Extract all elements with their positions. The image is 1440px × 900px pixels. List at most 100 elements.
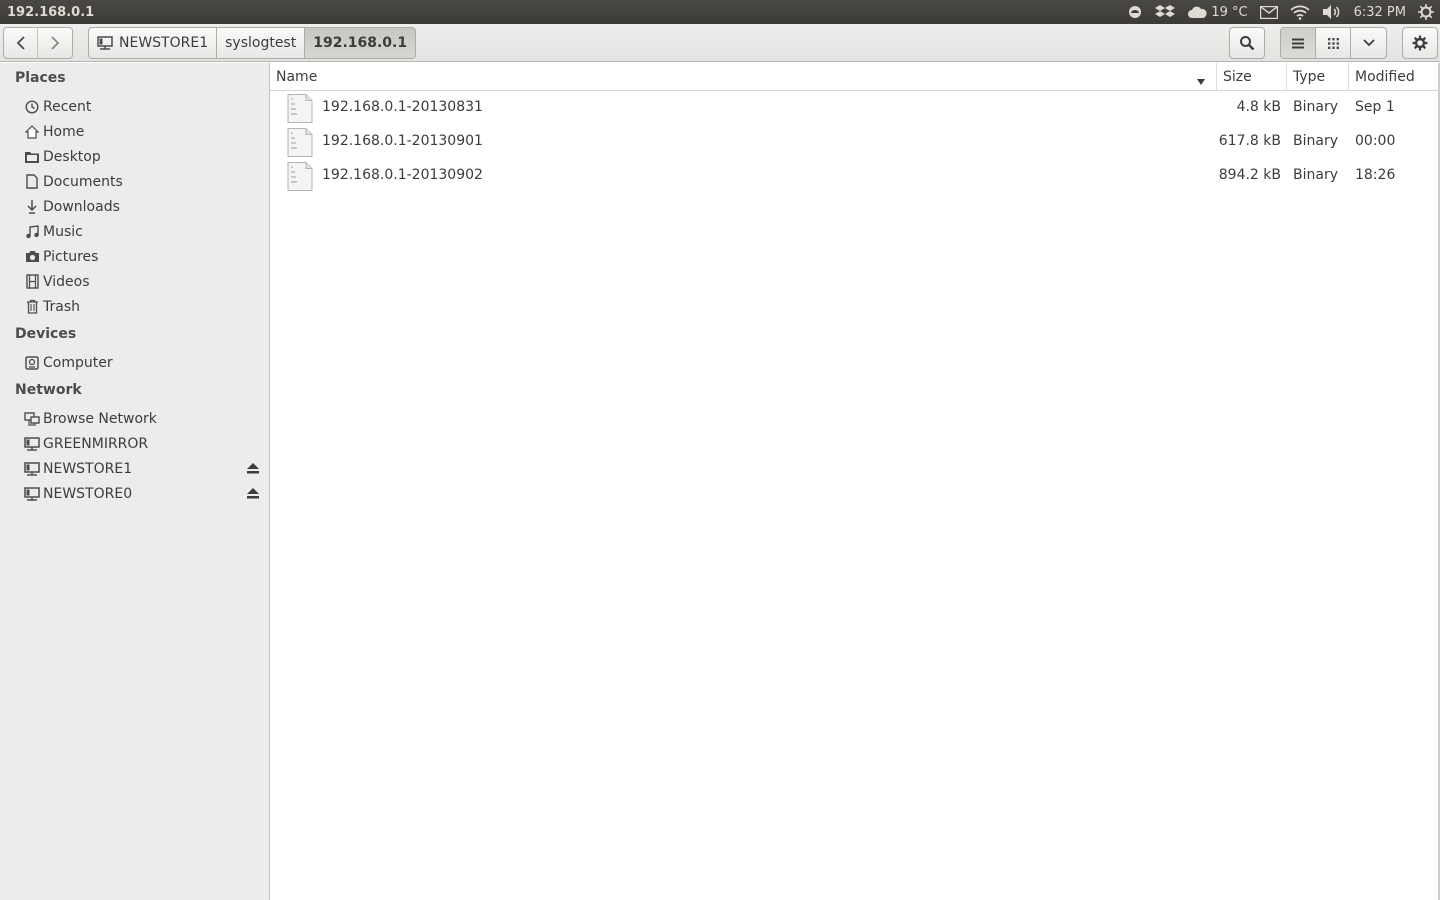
sidebar-item-label: Trash <box>43 298 80 315</box>
network-drive-icon <box>24 436 40 452</box>
binary-file-icon <box>287 128 313 157</box>
column-header-label: Modified <box>1355 69 1415 85</box>
sidebar-item-label: NEWSTORE1 <box>43 460 133 477</box>
sidebar-item-label: Computer <box>43 354 113 371</box>
sidebar-item-newstore0[interactable]: NEWSTORE0 <box>0 481 269 506</box>
sidebar-item-label: GREENMIRROR <box>43 435 149 452</box>
file-type: Binary <box>1293 167 1338 183</box>
sidebar-item-label: Downloads <box>43 198 120 215</box>
sidebar-item-trash[interactable]: Trash <box>0 294 269 319</box>
places-header: Places <box>15 70 66 86</box>
search-button[interactable] <box>1229 27 1265 59</box>
file-modified: 00:00 <box>1355 133 1396 149</box>
mail-icon[interactable] <box>1259 0 1278 24</box>
file-size: 4.8 kB <box>1236 99 1281 115</box>
column-header-label: Type <box>1293 69 1326 85</box>
folder-icon <box>24 149 40 165</box>
sidebar-item-browse-network[interactable]: Browse Network <box>0 406 269 431</box>
wifi-icon[interactable] <box>1289 0 1310 24</box>
back-button[interactable] <box>3 27 38 59</box>
gear-icon <box>1412 35 1428 51</box>
sidebar-item-pictures[interactable]: Pictures <box>0 244 269 269</box>
breadcrumb-newstore1[interactable]: NEWSTORE1 <box>88 27 218 59</box>
network-header: Network <box>15 382 82 398</box>
breadcrumb-syslogtest[interactable]: syslogtest <box>216 27 306 59</box>
column-header-label: Size <box>1223 69 1252 85</box>
sidebar-item-computer[interactable]: Computer <box>0 350 269 375</box>
top-panel: 192.168.0.1 19 °C 6:32 PM <box>0 0 1440 24</box>
sidebar-item-music[interactable]: Music <box>0 219 269 244</box>
download-icon <box>24 199 40 215</box>
column-header-modified[interactable]: Modified <box>1348 63 1438 91</box>
file-name: 192.168.0.1-20130831 <box>322 99 483 115</box>
chevron-down-icon <box>1362 39 1375 47</box>
grid-view-button[interactable] <box>1315 27 1351 59</box>
music-icon <box>24 224 40 240</box>
temperature-text: 19 °C <box>1211 4 1248 20</box>
file-name: 192.168.0.1-20130902 <box>322 167 483 183</box>
weather-indicator[interactable]: 19 °C <box>1187 0 1248 24</box>
breadcrumb-label: 192.168.0.1 <box>313 35 408 51</box>
sort-descending-icon <box>1197 73 1205 89</box>
sync-icon[interactable] <box>1127 0 1143 24</box>
forward-button[interactable] <box>37 27 73 59</box>
column-header-size[interactable]: Size <box>1216 63 1287 91</box>
indicator-area: 19 °C 6:32 PM <box>1127 0 1440 24</box>
sidebar-item-newstore1[interactable]: NEWSTORE1 <box>0 456 269 481</box>
search-icon <box>1239 35 1255 51</box>
breadcrumb-current[interactable]: 192.168.0.1 <box>304 27 417 59</box>
sidebar: Places Recent Home Desktop Documents Dow… <box>0 63 270 900</box>
sidebar-item-label: Recent <box>43 98 92 115</box>
volume-icon[interactable] <box>1322 0 1342 24</box>
network-icon <box>24 411 40 427</box>
sidebar-item-label: Pictures <box>43 248 99 265</box>
network-drive-icon <box>97 36 113 50</box>
sidebar-item-label: NEWSTORE0 <box>43 485 133 502</box>
sidebar-item-downloads[interactable]: Downloads <box>0 194 269 219</box>
sidebar-item-recent[interactable]: Recent <box>0 94 269 119</box>
camera-icon <box>24 249 40 265</box>
eject-icon[interactable] <box>246 461 260 475</box>
file-type: Binary <box>1293 99 1338 115</box>
column-header-type[interactable]: Type <box>1286 63 1349 91</box>
chevron-right-icon <box>50 36 60 50</box>
clock-text[interactable]: 6:32 PM <box>1354 0 1406 24</box>
column-headers: Name Size Type Modified <box>270 63 1438 91</box>
file-list-view: Name Size Type Modified 192.168.0.1-2013… <box>270 63 1440 900</box>
column-header-name[interactable]: Name <box>270 63 1216 91</box>
dropbox-icon[interactable] <box>1155 0 1176 24</box>
list-view-button[interactable] <box>1280 27 1316 59</box>
breadcrumb-label: syslogtest <box>225 35 297 51</box>
sidebar-item-label: Desktop <box>43 148 101 165</box>
sidebar-item-label: Music <box>43 223 83 240</box>
power-icon[interactable] <box>1418 0 1434 24</box>
file-name: 192.168.0.1-20130901 <box>322 133 483 149</box>
file-row[interactable]: 192.168.0.1-20130831 4.8 kB Binary Sep 1 <box>270 91 1438 125</box>
chevron-left-icon <box>16 36 26 50</box>
sidebar-item-videos[interactable]: Videos <box>0 269 269 294</box>
view-options-button[interactable] <box>1350 27 1387 59</box>
binary-file-icon <box>287 162 313 191</box>
cloud-icon <box>1187 5 1207 19</box>
eject-icon[interactable] <box>246 486 260 500</box>
column-header-label: Name <box>276 69 318 85</box>
document-icon <box>24 174 40 190</box>
file-modified: Sep 1 <box>1355 99 1395 115</box>
settings-button[interactable] <box>1402 27 1438 59</box>
file-modified: 18:26 <box>1355 167 1396 183</box>
file-size: 617.8 kB <box>1218 133 1281 149</box>
binary-file-icon <box>287 94 313 123</box>
sidebar-item-desktop[interactable]: Desktop <box>0 144 269 169</box>
sidebar-item-label: Documents <box>43 173 123 190</box>
file-row[interactable]: 192.168.0.1-20130901 617.8 kB Binary 00:… <box>270 125 1438 159</box>
sidebar-item-greenmirror[interactable]: GREENMIRROR <box>0 431 269 456</box>
list-icon <box>1292 38 1304 49</box>
sidebar-item-label: Browse Network <box>43 410 157 427</box>
film-icon <box>24 274 40 290</box>
sidebar-item-home[interactable]: Home <box>0 119 269 144</box>
computer-icon <box>24 355 40 371</box>
file-row[interactable]: 192.168.0.1-20130902 894.2 kB Binary 18:… <box>270 159 1438 193</box>
sidebar-item-documents[interactable]: Documents <box>0 169 269 194</box>
home-icon <box>24 124 40 140</box>
network-drive-icon <box>24 486 40 502</box>
